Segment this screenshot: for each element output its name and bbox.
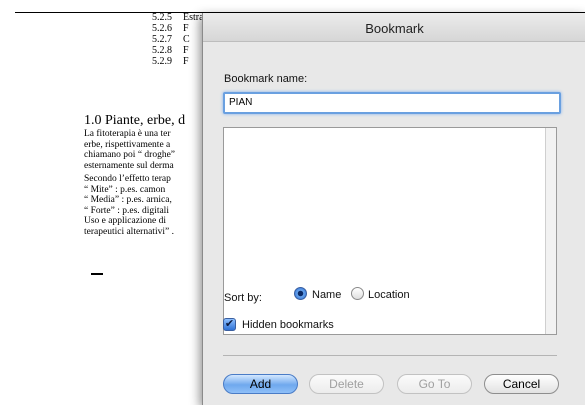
checkmark-icon: ✔ (224, 318, 235, 330)
sort-location-radio[interactable] (351, 287, 364, 300)
paragraph: Secondo l’effetto terap “ Mite” : p.es. … (84, 174, 174, 237)
bookmark-name-input[interactable] (223, 92, 561, 114)
bookmark-dialog: Bookmark Bookmark name: Sort by: Name Lo… (202, 13, 585, 405)
footnote-rule (91, 273, 103, 275)
hidden-bookmarks-label[interactable]: Hidden bookmarks (242, 319, 334, 331)
bookmark-list[interactable] (223, 127, 557, 335)
add-button[interactable]: Add (223, 374, 298, 394)
sort-name-radio[interactable] (294, 287, 307, 300)
hidden-bookmarks-checkbox[interactable]: ✔ (223, 318, 236, 331)
go-to-button[interactable]: Go To (397, 374, 472, 394)
delete-button[interactable]: Delete (309, 374, 384, 394)
list-scrollbar[interactable] (545, 128, 556, 334)
sort-name-label[interactable]: Name (312, 289, 341, 301)
section-heading: 1.0 Piante, erbe, d (84, 113, 186, 128)
sort-location-label[interactable]: Location (368, 289, 410, 301)
dialog-title: Bookmark (203, 13, 585, 42)
paragraph: La fitoterapia è una ter erbe, rispettiv… (84, 129, 176, 171)
cancel-button[interactable]: Cancel (484, 374, 559, 394)
bookmark-name-label: Bookmark name: (224, 73, 308, 85)
divider (223, 355, 557, 356)
sort-by-label: Sort by: (224, 292, 262, 304)
